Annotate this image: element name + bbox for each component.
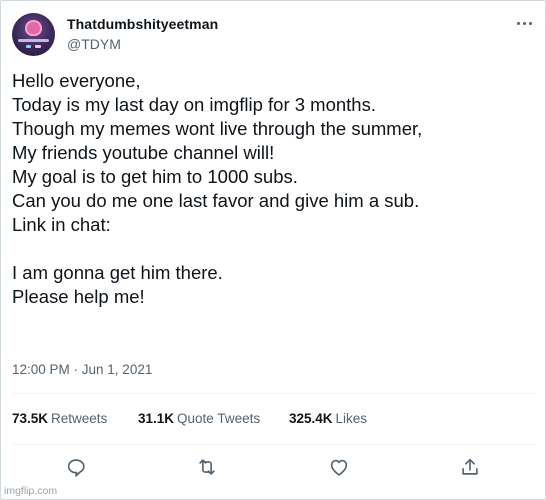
tweet-text-line: Can you do me one last favor and give hi…	[12, 190, 420, 211]
likes-stat[interactable]: 325.4K Likes	[289, 411, 367, 426]
tweet-text-line: My friends youtube channel will!	[12, 142, 275, 163]
quote-tweets-count: 31.1K	[138, 411, 175, 426]
avatar-face	[25, 20, 42, 36]
more-options-icon[interactable]	[516, 17, 534, 31]
tweet-text-line: Please help me!	[12, 286, 145, 307]
avatar-detail	[35, 45, 41, 48]
reply-icon	[67, 459, 85, 477]
share-icon	[462, 458, 478, 475]
tweet-text: Hello everyone, Today is my last day on …	[12, 69, 537, 309]
retweets-label: Retweets	[51, 411, 108, 426]
tweet-header: Thatdumbshityeetman @TDYM	[12, 13, 536, 57]
tweet-timestamp[interactable]: 12:00 PM · Jun 1, 2021	[12, 362, 152, 377]
share-button[interactable]	[459, 456, 483, 480]
user-handle[interactable]: @TDYM	[67, 36, 121, 52]
more-dot	[529, 22, 532, 25]
watermark: imgflip.com	[4, 485, 58, 497]
tweet-text-line: Link in chat:	[12, 214, 111, 235]
quote-tweets-label: Quote Tweets	[177, 411, 261, 426]
more-dot	[517, 22, 520, 25]
avatar-band	[18, 39, 49, 42]
tweet-text-line: Though my memes wont live through the su…	[12, 118, 423, 139]
divider	[12, 444, 536, 445]
retweet-button[interactable]	[196, 456, 220, 480]
likes-count: 325.4K	[289, 411, 333, 426]
avatar-detail	[26, 45, 31, 48]
quote-tweets-stat[interactable]: 31.1K Quote Tweets	[138, 411, 260, 426]
retweets-stat[interactable]: 73.5K Retweets	[12, 411, 107, 426]
like-icon	[330, 459, 348, 476]
avatar[interactable]	[12, 13, 55, 56]
action-bar	[1, 456, 546, 480]
like-button[interactable]	[328, 456, 352, 480]
display-name[interactable]: Thatdumbshityeetman	[67, 16, 218, 32]
reply-button[interactable]	[65, 456, 89, 480]
tweet-card: Thatdumbshityeetman @TDYM Hello everyone…	[0, 0, 546, 500]
tweet-text-line: Today is my last day on imgflip for 3 mo…	[12, 94, 376, 115]
tweet-text-line: My goal is to get him to 1000 subs.	[12, 166, 298, 187]
retweet-icon	[199, 459, 215, 475]
likes-label: Likes	[335, 411, 368, 426]
more-dot	[523, 22, 526, 25]
tweet-text-line: I am gonna get him there.	[12, 262, 223, 283]
divider	[12, 393, 536, 394]
tweet-text-line: Hello everyone,	[12, 70, 141, 91]
retweets-count: 73.5K	[12, 411, 49, 426]
